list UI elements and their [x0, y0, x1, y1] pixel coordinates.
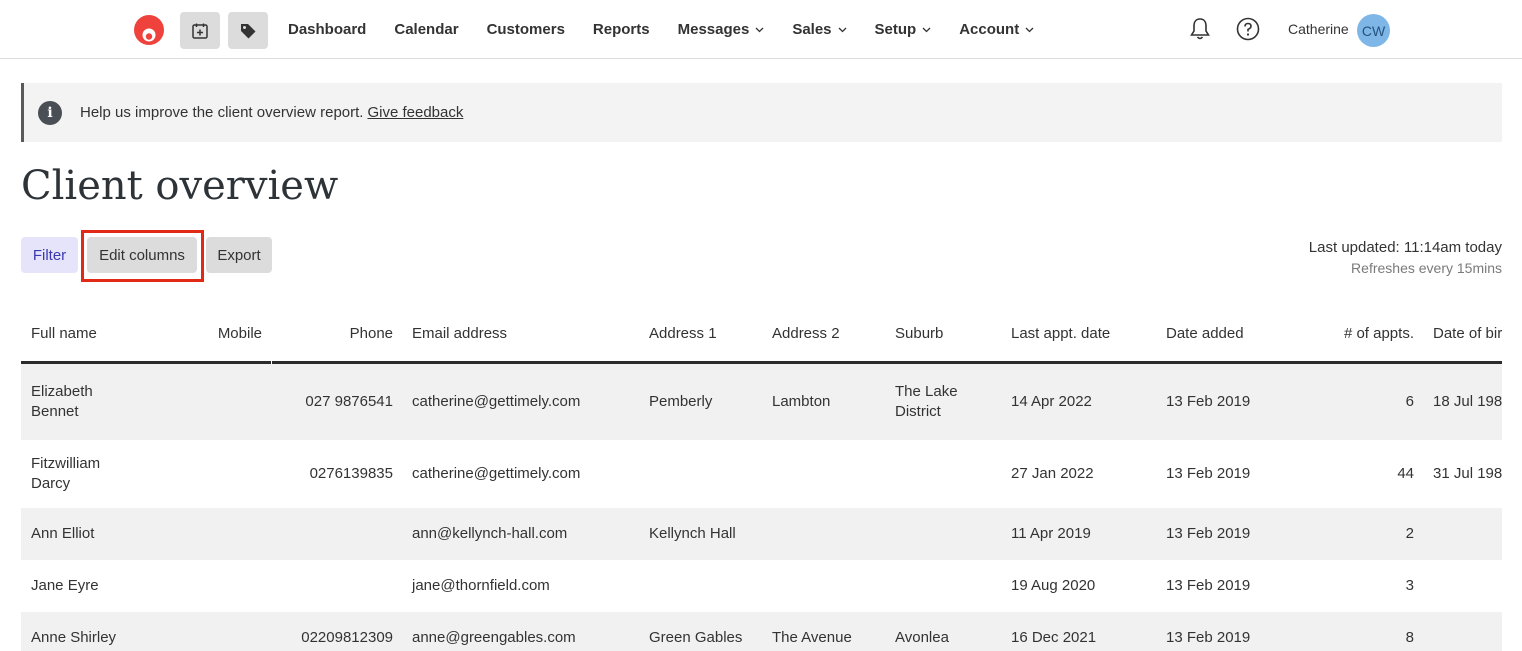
column-header-mobile[interactable]: Mobile: [218, 325, 262, 342]
table-body: Elizabeth Bennet 027 9876541 catherine@get…: [21, 364, 1502, 651]
cell-date-added: 13 Feb 2019: [1166, 393, 1251, 410]
column-header-name[interactable]: Full name: [31, 325, 97, 342]
table-row[interactable]: Ann Elliot ann@kellynch-hall.com Kellynch …: [21, 508, 1502, 560]
cell-date-added: 13 Feb 2019: [1166, 525, 1251, 542]
nav-item-account[interactable]: Account: [959, 21, 1034, 38]
cell-date-added: 13 Feb 2019: [1166, 629, 1251, 646]
tag-icon: [241, 23, 256, 38]
nav-item-messages[interactable]: Messages: [678, 21, 765, 38]
column-header-last-appt[interactable]: Last appt. date: [1011, 325, 1110, 342]
brand-logo-icon[interactable]: [133, 14, 165, 46]
cell-name: Elizabeth Bennet: [31, 383, 93, 420]
cell-address2: The Avenue: [772, 629, 852, 646]
nav-item-customers[interactable]: Customers: [487, 21, 565, 38]
new-appointment-button[interactable]: [180, 12, 220, 49]
cell-appts: 6: [1405, 393, 1414, 410]
chevron-down-icon: [755, 27, 764, 32]
nav-item-reports[interactable]: Reports: [593, 21, 650, 38]
cell-email: catherine@gettimely.com: [412, 393, 581, 410]
nav-item-sales[interactable]: Sales: [792, 21, 846, 38]
table-row[interactable]: Jane Eyre jane@thornfield.com 19 Aug 2020 1…: [21, 560, 1502, 612]
cell-address2: Lambton: [772, 393, 831, 410]
table-viewport[interactable]: Full name Mobile Phone Email address Address…: [0, 306, 1502, 651]
filter-button[interactable]: Filter: [21, 237, 78, 273]
chevron-down-icon: [838, 27, 846, 32]
nav-item-setup[interactable]: Setup: [875, 21, 932, 38]
nav-item-calendar[interactable]: Calendar: [394, 21, 458, 38]
cell-dob: 31 Jul 1982: [1433, 465, 1502, 482]
cell-name: Anne Shirley: [31, 629, 117, 646]
info-icon: i: [38, 100, 62, 125]
cell-appts: 2: [1405, 525, 1414, 542]
cell-phone: 0276139835: [309, 465, 393, 482]
cell-phone: 027 9876541: [305, 393, 393, 410]
column-header-email[interactable]: Email address: [412, 325, 507, 342]
cell-date-added: 13 Feb 2019: [1166, 465, 1251, 482]
bell-icon[interactable]: [1189, 17, 1211, 41]
chevron-down-icon: [922, 27, 931, 32]
cell-last-appt: 27 Jan 2022: [1011, 465, 1094, 482]
cell-last-appt: 19 Aug 2020: [1011, 577, 1096, 594]
column-header-dob[interactable]: Date of birth: [1433, 325, 1502, 342]
nav-item-label: Customers: [486, 21, 565, 38]
column-header-address2[interactable]: Address 2: [772, 325, 840, 342]
calendar-add-icon: [192, 23, 208, 39]
cell-email: anne@greengables.com: [412, 629, 576, 646]
cell-address1: Green Gables: [649, 629, 743, 646]
cell-last-appt: 16 Dec 2021: [1011, 629, 1097, 646]
main-nav: Dashboard Calendar Customers Reports Message…: [288, 0, 1062, 59]
user-name[interactable]: Catherine: [1288, 21, 1349, 37]
column-header-address1[interactable]: Address 1: [649, 325, 717, 342]
edit-columns-highlight: [81, 230, 204, 282]
client-table: Full name Mobile Phone Email address Address…: [21, 306, 1502, 651]
table-header: Full name Mobile Phone Email address Address…: [21, 306, 1502, 364]
cell-suburb: The Lake District: [895, 383, 958, 420]
column-header-date-added[interactable]: Date added: [1166, 325, 1244, 342]
new-sale-button[interactable]: [228, 12, 268, 49]
cell-email: jane@thornfield.com: [412, 577, 550, 594]
cell-appts: 8: [1405, 629, 1414, 646]
last-updated-text: Last updated: 11:14am today: [1308, 239, 1502, 256]
update-status: Last updated: 11:14am today Refreshes ev…: [1309, 239, 1502, 276]
cell-address1: Kellynch Hall: [649, 525, 736, 542]
nav-item-dashboard[interactable]: Dashboard: [288, 21, 366, 38]
nav-item-label: Reports: [592, 21, 650, 38]
help-icon[interactable]: [1236, 17, 1260, 41]
cell-name: Jane Eyre: [31, 577, 99, 594]
column-header-suburb[interactable]: Suburb: [895, 325, 943, 342]
nav-item-label: Account: [959, 21, 1020, 38]
feedback-banner: i Help us improve the client overview re…: [21, 83, 1502, 142]
cell-name: Fitzwilliam Darcy: [31, 455, 101, 492]
cell-email: ann@kellynch-hall.com: [412, 525, 568, 542]
cell-phone: 02209812309: [301, 629, 393, 646]
give-feedback-link[interactable]: Give feedback: [367, 104, 463, 121]
cell-dob: 18 Jul 1985: [1433, 393, 1502, 410]
refresh-interval-text: Refreshes every 15mins: [1351, 260, 1502, 276]
cell-email: catherine@gettimely.com: [412, 465, 581, 482]
page-title: Client overview: [21, 163, 339, 209]
cell-suburb: Avonlea: [895, 629, 949, 646]
nav-item-label: Calendar: [394, 21, 459, 38]
cell-last-appt: 14 Apr 2022: [1011, 393, 1092, 410]
nav-item-label: Messages: [677, 21, 750, 38]
cell-date-added: 13 Feb 2019: [1166, 577, 1251, 594]
export-button[interactable]: Export: [206, 237, 272, 273]
cell-last-appt: 11 Apr 2019: [1011, 525, 1091, 542]
table-row[interactable]: Fitzwilliam Darcy 0276139835 catherine@get…: [21, 440, 1502, 508]
cell-address1: Pemberly: [649, 393, 713, 410]
cell-appts: 3: [1405, 577, 1414, 594]
nav-item-label: Sales: [792, 21, 832, 38]
cell-name: Ann Elliot: [31, 525, 95, 542]
nav-item-label: Setup: [874, 21, 917, 38]
avatar[interactable]: CW: [1357, 14, 1390, 47]
table-row[interactable]: Elizabeth Bennet 027 9876541 catherine@get…: [21, 364, 1502, 440]
banner-text: Help us improve the client overview repo…: [80, 104, 364, 121]
column-header-appts[interactable]: # of appts.: [1344, 325, 1414, 342]
table-row[interactable]: Anne Shirley 02209812309 anne@greengables.…: [21, 612, 1502, 651]
chevron-down-icon: [1025, 27, 1034, 32]
nav-item-label: Dashboard: [288, 21, 367, 38]
column-header-phone[interactable]: Phone: [350, 325, 393, 342]
top-navigation-bar: Dashboard Calendar Customers Reports Message…: [0, 0, 1522, 59]
cell-appts: 44: [1397, 465, 1414, 482]
